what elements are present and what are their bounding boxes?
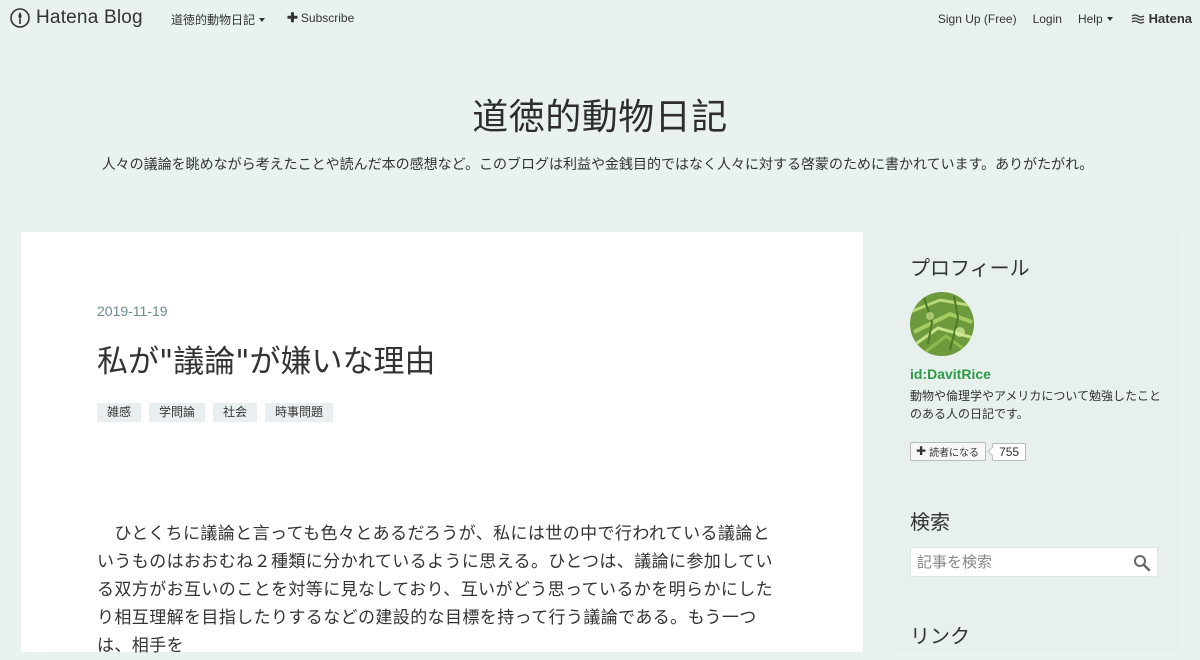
- login-link[interactable]: Login: [1033, 12, 1062, 26]
- sidebar: プロフィール id:DavitRice 動物や倫理学やアメリカについて勉強したこ…: [890, 232, 1180, 652]
- hatena-blog-icon: [10, 8, 30, 28]
- avatar[interactable]: [910, 292, 974, 356]
- search-input[interactable]: [911, 548, 1143, 576]
- plus-icon: ✚: [287, 10, 298, 25]
- blog-menu[interactable]: 道徳的動物日記: [171, 11, 266, 28]
- hatena-blog-logo[interactable]: Hatena Blog: [10, 7, 143, 29]
- help-label: Help: [1077, 11, 1103, 26]
- blog-title[interactable]: 道徳的動物日記: [0, 88, 1200, 140]
- help-menu[interactable]: Help: [1078, 12, 1113, 26]
- header-right-nav: Sign Up (Free) Login Help Hatena: [922, 11, 1192, 26]
- profile-heading: プロフィール: [910, 256, 1030, 280]
- entry-title[interactable]: 私が"議論"が嫌いな理由: [97, 336, 436, 381]
- avatar-image: [910, 292, 974, 356]
- subscribe-link[interactable]: ✚ Subscribe: [287, 11, 354, 25]
- entry-paragraph: ひとくちに議論と言っても色々とあるだろうが、私には世の中で行われている議論という…: [97, 524, 774, 656]
- links-heading: リンク: [910, 624, 970, 648]
- chevron-down-icon: [1106, 17, 1113, 21]
- entry-categories: 雑感 学問論 社会 時事問題: [97, 403, 334, 422]
- category-tag[interactable]: 雑感: [97, 403, 142, 422]
- subscribe-button-group: ✚ 読者になる 755: [910, 442, 1027, 461]
- subscriber-count: 755: [992, 442, 1027, 461]
- profile-description: 動物や倫理学やアメリカについて勉強したことのある人の日記です。: [910, 389, 1162, 421]
- subscribe-button[interactable]: ✚ 読者になる: [910, 442, 987, 461]
- blog-description: 人々の議論を眺めながら考えたことや読んだ本の感想など。このブログは利益や金銭目的…: [101, 157, 1094, 173]
- brand-name: Hatena Blog: [36, 7, 143, 28]
- category-tag[interactable]: 時事問題: [265, 403, 334, 422]
- search-box: [910, 547, 1158, 577]
- subscribe-label: Subscribe: [300, 11, 355, 25]
- category-tag[interactable]: 社会: [213, 403, 258, 422]
- blog-menu-label: 道徳的動物日記: [171, 13, 256, 27]
- search-icon[interactable]: [1133, 554, 1151, 572]
- chevron-down-icon: [259, 18, 266, 22]
- profile-id-link[interactable]: id:DavitRice: [910, 366, 991, 382]
- entry-date[interactable]: 2019-11-19: [97, 303, 168, 319]
- plus-icon: ✚: [916, 444, 927, 458]
- hatena-wave-icon: [1131, 13, 1145, 24]
- subscribe-button-label: 読者になる: [929, 447, 980, 459]
- hatena-label: Hatena: [1148, 11, 1192, 26]
- main-article: 2019-11-19 私が"議論"が嫌いな理由 雑感 学問論 社会 時事問題 ひ…: [21, 232, 863, 656]
- entry-body: ひとくちに議論と言っても色々とあるだろうが、私には世の中で行われている議論という…: [97, 520, 781, 660]
- global-header: Hatena Blog 道徳的動物日記 ✚ Subscribe Sign Up …: [0, 0, 1200, 36]
- hatena-link[interactable]: Hatena: [1131, 11, 1192, 26]
- search-heading: 検索: [910, 510, 950, 534]
- category-tag[interactable]: 学問論: [149, 403, 206, 422]
- signup-link[interactable]: Sign Up (Free): [938, 12, 1017, 26]
